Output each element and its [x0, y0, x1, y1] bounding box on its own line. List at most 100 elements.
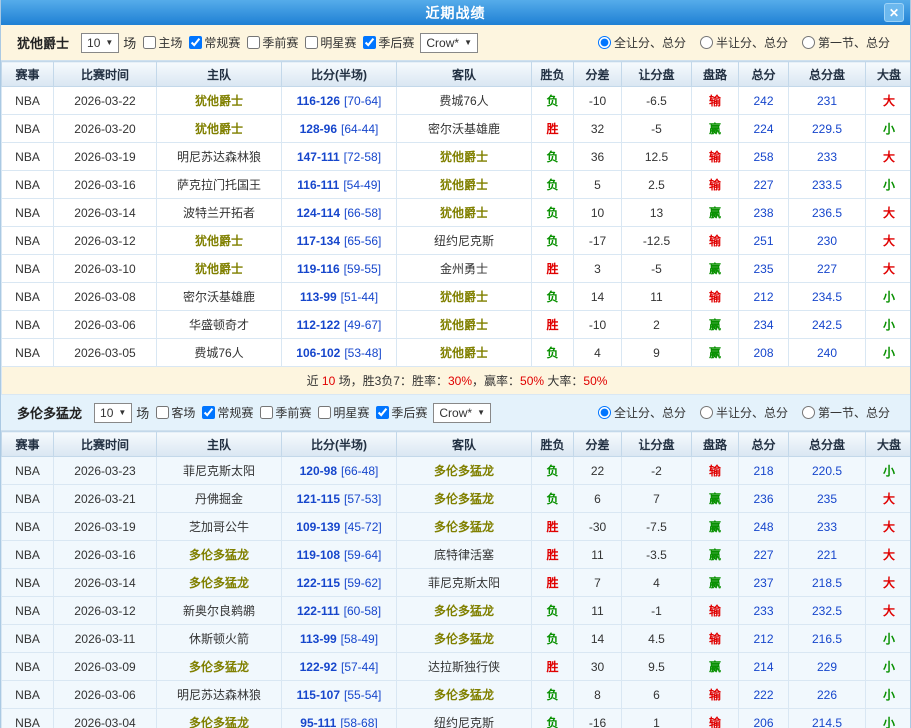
filter-checkbox-1[interactable]: 常规赛: [195, 404, 253, 421]
checkbox-icon[interactable]: [376, 406, 389, 419]
away-team-cell: 犹他爵士: [397, 143, 532, 171]
checkbox-icon[interactable]: [363, 36, 376, 49]
column-header: 大盘: [866, 432, 911, 457]
total-cell: 227: [739, 171, 789, 199]
radio-option-1[interactable]: 半让分、总分: [700, 34, 788, 51]
checkbox-icon[interactable]: [143, 36, 156, 49]
full-score: 106-102: [296, 346, 340, 360]
close-button[interactable]: ✕: [884, 3, 904, 22]
score-cell: 113-99[58-49]: [282, 625, 397, 653]
games-count-select[interactable]: 10 ▼: [94, 403, 132, 423]
checkbox-icon[interactable]: [260, 406, 273, 419]
filter-checkbox-3[interactable]: 明星赛: [298, 34, 356, 51]
column-header: 胜负: [532, 62, 574, 87]
home-team-cell: 丹佛掘金: [157, 485, 282, 513]
league-cell: NBA: [2, 541, 54, 569]
games-count-select[interactable]: 10 ▼: [81, 33, 119, 53]
column-header: 比分(半场): [282, 432, 397, 457]
radio-option-2[interactable]: 第一节、总分: [802, 34, 890, 51]
checkbox-icon[interactable]: [318, 406, 331, 419]
half-score: [59-64]: [344, 548, 381, 562]
filter-checkbox-2[interactable]: 季前赛: [240, 34, 298, 51]
league-cell: NBA: [2, 625, 54, 653]
total-cell: 242: [739, 87, 789, 115]
radio-option-0[interactable]: 全让分、总分: [598, 34, 686, 51]
league-cell: NBA: [2, 709, 54, 728]
league-cell: NBA: [2, 597, 54, 625]
radio-icon[interactable]: [700, 36, 713, 49]
diff-cell: -10: [574, 87, 622, 115]
radio-icon[interactable]: [802, 406, 815, 419]
radio-icon[interactable]: [802, 36, 815, 49]
filter-checkbox-3[interactable]: 明星赛: [311, 404, 369, 421]
over-under-cell: 小: [866, 709, 911, 728]
column-header: 胜负: [532, 432, 574, 457]
handicap-result-cell: 赢: [692, 653, 739, 681]
handicap-result-cell: 赢: [692, 339, 739, 367]
handicap-cell: -7.5: [622, 513, 692, 541]
away-team-cell: 菲尼克斯太阳: [397, 569, 532, 597]
full-score: 117-134: [297, 234, 340, 248]
total-cell: 236: [739, 485, 789, 513]
games-label: 场: [123, 33, 136, 52]
checkbox-icon[interactable]: [202, 406, 215, 419]
total-line-cell: 235: [789, 485, 866, 513]
checkbox-icon[interactable]: [247, 36, 260, 49]
odds-company-select[interactable]: Crow* ▼: [433, 403, 491, 423]
away-team-cell: 犹他爵士: [397, 283, 532, 311]
league-cell: NBA: [2, 227, 54, 255]
diff-cell: 5: [574, 171, 622, 199]
filter-checkbox-2[interactable]: 季前赛: [253, 404, 311, 421]
half-score: [58-49]: [341, 632, 378, 646]
checkbox-icon[interactable]: [156, 406, 169, 419]
filter-checkbox-4[interactable]: 季后赛: [369, 404, 427, 421]
table-row: NBA2026-03-05费城76人106-102[53-48]犹他爵士负49赢…: [2, 339, 911, 367]
total-line-cell: 242.5: [789, 311, 866, 339]
column-header: 让分盘: [622, 62, 692, 87]
handicap-result-cell: 输: [692, 87, 739, 115]
filter-checkbox-0[interactable]: 客场: [149, 404, 195, 421]
column-header: 赛事: [2, 62, 54, 87]
summary-stat-value: 50%: [583, 374, 607, 388]
result-cell: 负: [532, 283, 574, 311]
full-score: 119-116: [297, 262, 340, 276]
date-cell: 2026-03-23: [54, 457, 157, 485]
team-filter-bar-jazz: 犹他爵士 10 ▼ 场 主场常规赛季前赛明星赛季后赛 Crow* ▼ 全让分、总…: [1, 25, 910, 61]
total-line-cell: 230: [789, 227, 866, 255]
score-cell: 122-111[60-58]: [282, 597, 397, 625]
radio-icon[interactable]: [598, 36, 611, 49]
handicap-result-cell: 输: [692, 457, 739, 485]
result-cell: 胜: [532, 115, 574, 143]
away-team-cell: 犹他爵士: [397, 311, 532, 339]
table-row: NBA2026-03-20犹他爵士128-96[64-44]密尔沃基雄鹿胜32-…: [2, 115, 911, 143]
full-score: 109-139: [296, 520, 340, 534]
checkbox-icon[interactable]: [305, 36, 318, 49]
radio-icon[interactable]: [700, 406, 713, 419]
result-cell: 负: [532, 171, 574, 199]
handicap-cell: 2: [622, 311, 692, 339]
over-under-cell: 小: [866, 681, 911, 709]
date-cell: 2026-03-06: [54, 311, 157, 339]
column-header: 比分(半场): [282, 62, 397, 87]
date-cell: 2026-03-09: [54, 653, 157, 681]
radio-option-2[interactable]: 第一节、总分: [802, 404, 890, 421]
radio-option-0[interactable]: 全让分、总分: [598, 404, 686, 421]
away-team-cell: 多伦多猛龙: [397, 457, 532, 485]
checkbox-icon[interactable]: [189, 36, 202, 49]
radio-icon[interactable]: [598, 406, 611, 419]
half-score: [51-44]: [341, 290, 378, 304]
over-under-cell: 小: [866, 311, 911, 339]
score-cell: 115-107[55-54]: [282, 681, 397, 709]
result-cell: 负: [532, 87, 574, 115]
filter-checkbox-1[interactable]: 常规赛: [182, 34, 240, 51]
odds-company-select[interactable]: Crow* ▼: [420, 33, 478, 53]
filter-checkbox-0[interactable]: 主场: [136, 34, 182, 51]
filter-checkbox-4[interactable]: 季后赛: [356, 34, 414, 51]
radio-option-1[interactable]: 半让分、总分: [700, 404, 788, 421]
full-score: 122-92: [300, 660, 337, 674]
diff-cell: 4: [574, 339, 622, 367]
half-score: [60-58]: [344, 604, 381, 618]
handicap-result-cell: 赢: [692, 569, 739, 597]
diff-cell: 14: [574, 625, 622, 653]
diff-cell: 7: [574, 569, 622, 597]
